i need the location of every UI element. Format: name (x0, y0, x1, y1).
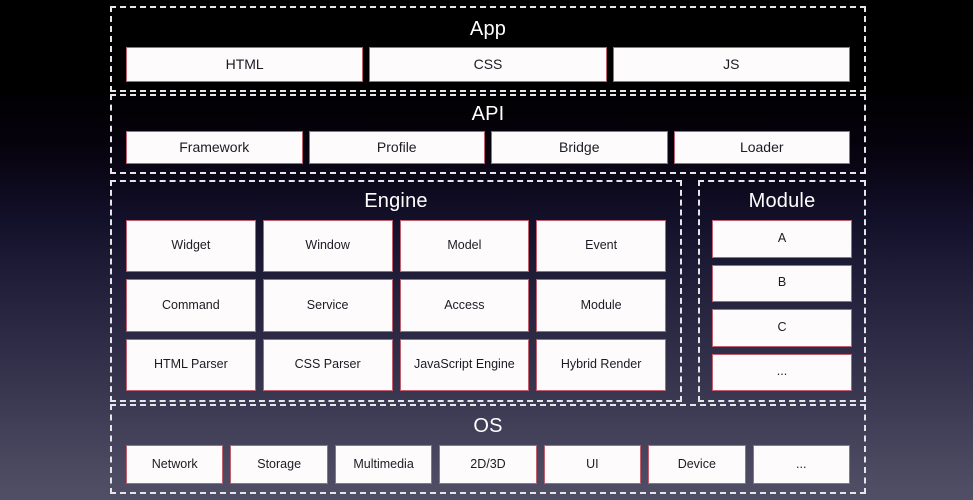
layer-os: OS Network Storage Multimedia 2D/3D UI D… (110, 404, 866, 494)
layer-module-list: A B C ... (712, 220, 852, 391)
app-item-css[interactable]: CSS (369, 47, 607, 82)
os-item-multimedia[interactable]: Multimedia (334, 445, 433, 484)
engine-item-html-parser[interactable]: HTML Parser (126, 338, 256, 391)
api-item-loader[interactable]: Loader (673, 131, 850, 164)
api-item-profile[interactable]: Profile (308, 131, 485, 164)
engine-item-command[interactable]: Command (126, 279, 256, 332)
module-item-more[interactable]: ... (712, 353, 852, 391)
layer-module: Module A B C ... (698, 180, 866, 402)
os-item-2d3d[interactable]: 2D/3D (439, 445, 537, 484)
layer-api-title: API (471, 103, 505, 125)
engine-item-access[interactable]: Access (399, 279, 530, 332)
api-item-bridge[interactable]: Bridge (491, 131, 668, 164)
engine-item-event[interactable]: Event (536, 220, 666, 273)
layer-api-items: Framework Profile Bridge Loader (126, 131, 850, 164)
layer-app: App HTML CSS JS (110, 6, 866, 92)
engine-item-window[interactable]: Window (262, 220, 393, 273)
module-item-b[interactable]: B (712, 264, 852, 302)
engine-row-1: Widget Window Model Event (126, 220, 666, 273)
module-item-c[interactable]: C (712, 309, 852, 347)
layer-engine: Engine Widget Window Model Event Command… (110, 180, 682, 402)
engine-item-hybrid-render[interactable]: Hybrid Render (536, 338, 666, 391)
os-item-device[interactable]: Device (648, 445, 746, 484)
layer-os-title: OS (473, 415, 503, 437)
engine-item-widget[interactable]: Widget (126, 220, 256, 273)
engine-row-2: Command Service Access Module (126, 279, 666, 332)
layer-api: API Framework Profile Bridge Loader (110, 94, 866, 174)
os-item-storage[interactable]: Storage (230, 445, 328, 484)
layer-engine-title: Engine (364, 190, 428, 212)
engine-item-module[interactable]: Module (536, 279, 666, 332)
module-item-a[interactable]: A (712, 220, 852, 258)
layer-engine-grid: Widget Window Model Event Command Servic… (126, 220, 666, 391)
os-item-ui[interactable]: UI (543, 445, 642, 484)
layer-app-items: HTML CSS JS (126, 47, 850, 82)
os-item-network[interactable]: Network (126, 445, 224, 484)
layer-os-items: Network Storage Multimedia 2D/3D UI Devi… (126, 445, 850, 484)
layer-app-title: App (469, 18, 507, 40)
engine-item-css-parser[interactable]: CSS Parser (262, 338, 393, 391)
layer-module-title: Module (748, 190, 816, 212)
engine-item-model[interactable]: Model (399, 220, 530, 273)
diagram-canvas: App HTML CSS JS API Framework Profile Br… (0, 0, 973, 500)
app-item-html[interactable]: HTML (126, 47, 364, 82)
engine-row-3: HTML Parser CSS Parser JavaScript Engine… (126, 338, 666, 391)
api-item-framework[interactable]: Framework (126, 131, 303, 164)
engine-item-javascript-engine[interactable]: JavaScript Engine (399, 338, 530, 391)
engine-item-service[interactable]: Service (262, 279, 393, 332)
os-item-more[interactable]: ... (752, 445, 850, 484)
app-item-js[interactable]: JS (612, 47, 850, 82)
